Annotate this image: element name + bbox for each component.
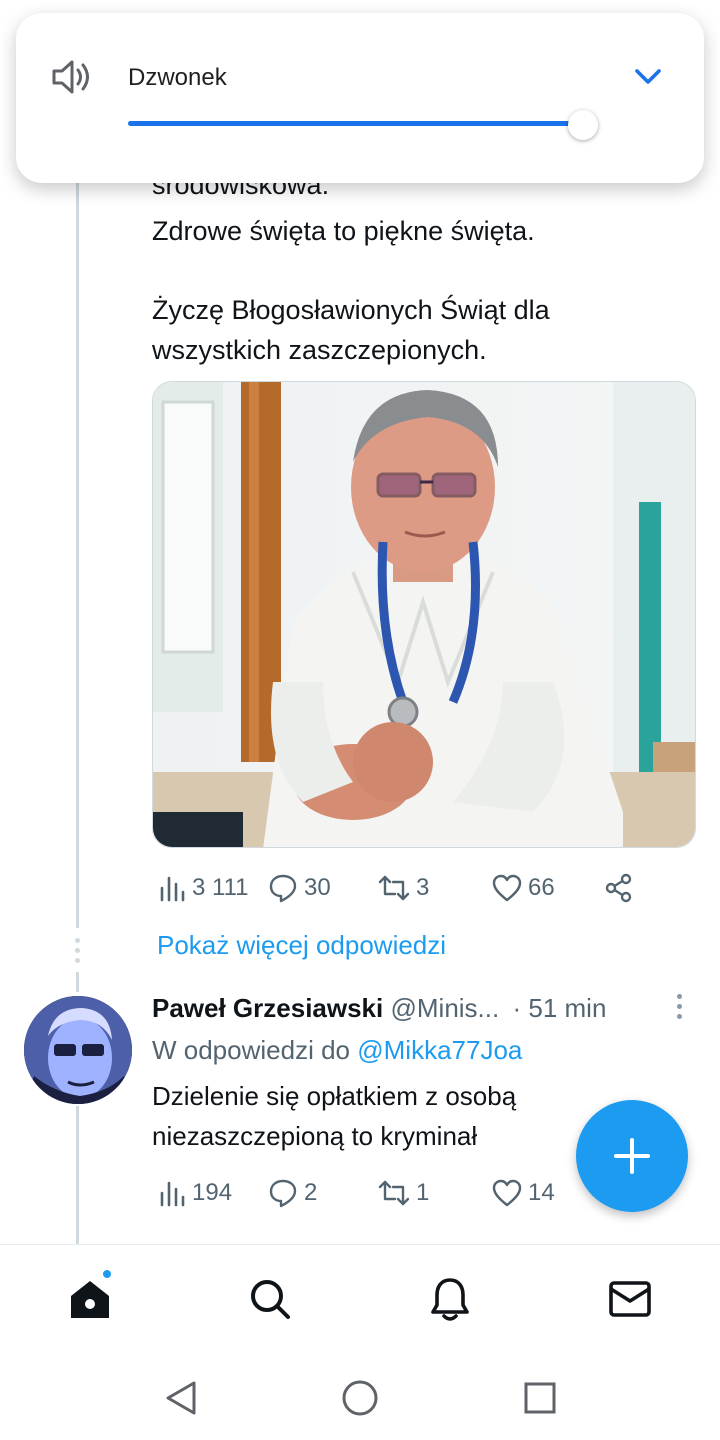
reply-like-count: 14: [528, 1179, 555, 1206]
system-home-button[interactable]: [340, 1376, 380, 1420]
reply-to-mention[interactable]: @Mikka77Joa: [357, 1035, 522, 1065]
home-unread-dot: [102, 1269, 112, 1279]
reply-retweet-count: 1: [416, 1179, 430, 1206]
more-options-icon[interactable]: [672, 994, 686, 1022]
thread-line-mid: [76, 972, 79, 992]
like-count: 66: [528, 874, 555, 901]
tweet-text-line-5: wszystkich zaszczepionych.: [152, 335, 487, 365]
volume-slider-track[interactable]: [128, 121, 588, 126]
comment-icon: [269, 874, 297, 903]
compose-button[interactable]: [576, 1100, 688, 1212]
bell-icon: [431, 1278, 469, 1321]
retweet-count: 3: [416, 874, 430, 901]
reply-author-handle[interactable]: @Minis...: [390, 993, 499, 1023]
recents-square-icon: [524, 1382, 556, 1414]
share-button[interactable]: [604, 868, 634, 908]
thread-line-top: [76, 180, 79, 928]
reply-button[interactable]: 30: [268, 868, 331, 908]
reply-text-line-1: Dzielenie się opłatkiem z osobą: [152, 1081, 517, 1111]
reply-retweet-button[interactable]: 1: [378, 1173, 429, 1213]
reply-text-line-2: niezaszczepioną to kryminał: [152, 1121, 478, 1151]
back-triangle-icon: [166, 1381, 196, 1415]
home-icon: [71, 1281, 109, 1318]
bottom-nav: [0, 1244, 720, 1356]
tweet-photo[interactable]: [152, 381, 696, 848]
reply-views-button[interactable]: 194: [158, 1173, 232, 1213]
thread-line-bottom: [76, 1106, 79, 1244]
share-icon: [605, 873, 632, 903]
reply-reply-button[interactable]: 2: [268, 1173, 317, 1213]
search-icon: [251, 1280, 290, 1319]
system-back-button[interactable]: [160, 1376, 200, 1420]
tweet-text-line-2: Zdrowe święta to piękne święta.: [152, 216, 535, 246]
avatar-image: [24, 996, 132, 1104]
retweet-icon: [378, 875, 410, 901]
volume-slider-thumb[interactable]: [568, 110, 598, 140]
heart-icon: [492, 874, 522, 902]
thread-dots: [75, 938, 81, 968]
reply-timestamp[interactable]: 51 min: [528, 993, 606, 1023]
like-button[interactable]: 66: [492, 868, 555, 908]
nav-home[interactable]: [66, 1269, 114, 1323]
reply-separator: ·: [512, 993, 522, 1023]
tweet-text-line-4: Życzę Błogosławionych Świąt dla: [152, 295, 550, 325]
doctor-photo-illustration: [153, 382, 695, 847]
views-count: 3 111: [192, 874, 249, 901]
avatar[interactable]: [24, 996, 132, 1104]
reply-count: 30: [304, 874, 331, 901]
reply-to-prefix: W odpowiedzi do: [152, 1035, 350, 1065]
volume-panel: Dzwonek: [16, 13, 704, 183]
views-button[interactable]: 3 111: [158, 868, 249, 908]
retweet-icon: [378, 1180, 410, 1206]
chevron-down-icon[interactable]: [634, 67, 662, 87]
nav-search[interactable]: [246, 1275, 294, 1323]
reply-header: Paweł Grzesiawski @Minis... · 51 min: [152, 990, 672, 1026]
bar-chart-icon: [160, 876, 185, 902]
heart-icon: [492, 1179, 522, 1207]
speaker-icon[interactable]: [50, 57, 94, 97]
reply-to-line: W odpowiedzi do @Mikka77Joa: [152, 1032, 522, 1068]
reply-views-count: 194: [192, 1179, 233, 1206]
nav-notifications[interactable]: [426, 1275, 474, 1323]
volume-stream-label: Dzwonek: [128, 64, 227, 91]
mail-icon: [609, 1281, 651, 1317]
tweet-actions: 3 111 30 3 66: [152, 868, 692, 908]
reply-like-button[interactable]: 14: [492, 1173, 555, 1213]
plus-icon: [614, 1138, 650, 1174]
show-more-replies-link[interactable]: Pokaż więcej odpowiedzi: [157, 930, 446, 961]
home-circle-icon: [342, 1380, 378, 1416]
system-navigation-bar: [0, 1356, 720, 1440]
comment-icon: [269, 1179, 297, 1208]
retweet-button[interactable]: 3: [378, 868, 429, 908]
nav-messages[interactable]: [606, 1275, 654, 1323]
system-recents-button[interactable]: [520, 1376, 560, 1420]
reply-reply-count: 2: [304, 1179, 318, 1206]
reply-author-name[interactable]: Paweł Grzesiawski: [152, 993, 383, 1023]
bar-chart-icon: [160, 1181, 185, 1207]
